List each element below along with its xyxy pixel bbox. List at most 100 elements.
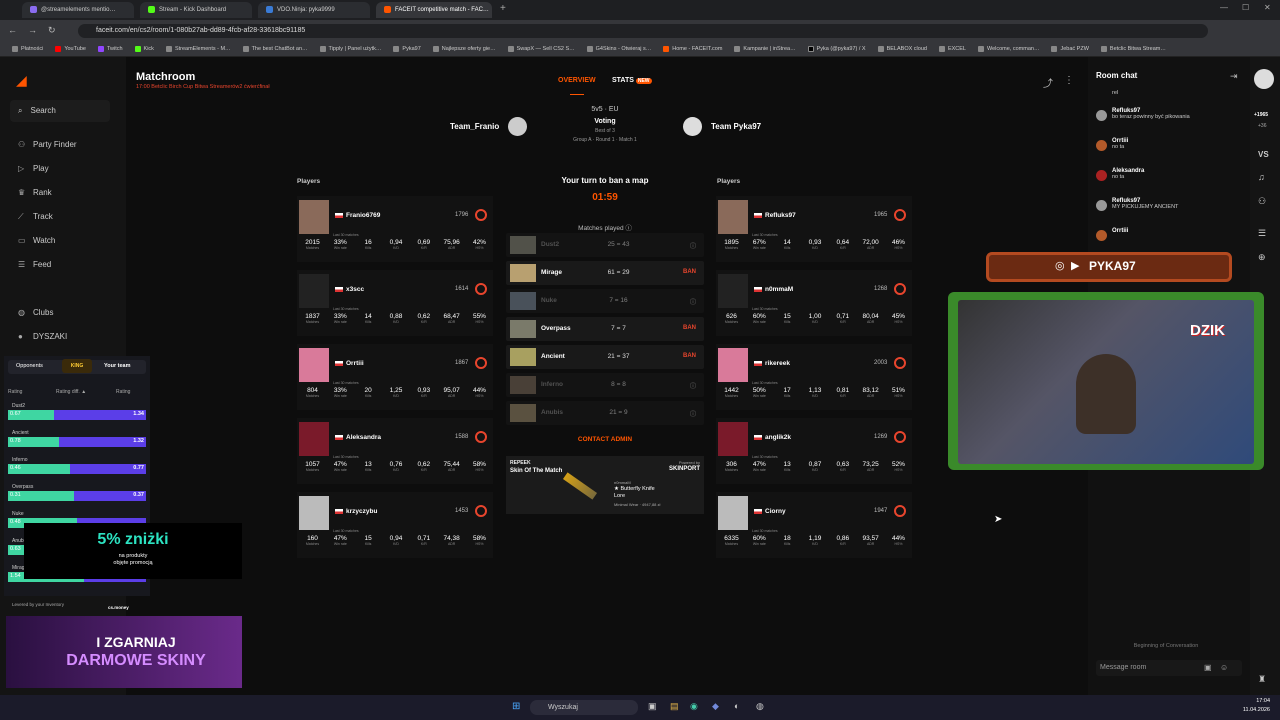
bookmark-item[interactable]: The best ChatBot an… <box>242 42 308 56</box>
url-field[interactable]: faceit.com/en/cs2/room/1-080b27ab-dd89-4… <box>78 24 1208 38</box>
obs-icon[interactable]: ◍ <box>756 701 764 712</box>
notification-bell-icon[interactable]: ♫ <box>1258 172 1265 182</box>
player-card[interactable]: Franio6769 1796 Last 30 matches 2015 Matches… <box>297 196 493 262</box>
team1-avatar[interactable] <box>508 117 527 136</box>
player-avatar[interactable] <box>299 274 329 308</box>
nav-club-dyszaki[interactable]: ● DYSZAKI <box>18 332 67 341</box>
map-row[interactable]: Dust2 25 = 43 ⓘ <box>506 233 704 257</box>
taskbar-search[interactable]: Wyszukaj <box>530 700 638 715</box>
nav-play[interactable]: ▷ Play <box>18 164 49 173</box>
player-card[interactable]: Refluks97 1965 Last 30 matches 1895 Matches 6… <box>716 196 912 262</box>
map-row[interactable]: Anubis 21 = 9 ⓘ <box>506 401 704 425</box>
map-row[interactable]: Ancient 21 = 37 BAN <box>506 345 704 369</box>
bookmark-item[interactable]: Pyka97 <box>393 42 421 56</box>
player-name[interactable]: Ciorny <box>754 508 786 515</box>
player-card[interactable]: Ciorny 1947 Last 30 matches 6335 Matches 60% W… <box>716 492 912 558</box>
bookmark-item[interactable]: Jebać PZW <box>1051 42 1089 56</box>
reload-icon[interactable]: ↻ <box>48 25 56 36</box>
tab-stats[interactable]: STATS NEW <box>612 77 652 84</box>
player-avatar[interactable] <box>299 496 329 530</box>
bookmark-item[interactable]: Najlepsze oferty gie… <box>432 42 496 56</box>
browser-tab[interactable]: Stream - Kick Dashboard <box>140 2 252 18</box>
col-diff[interactable]: Rating diff. ▲ <box>56 389 86 395</box>
player-name[interactable]: rikereek <box>754 360 790 367</box>
player-avatar[interactable] <box>718 274 748 308</box>
nav-watch[interactable]: ▭ Watch <box>18 236 55 245</box>
info-icon[interactable]: ⓘ <box>625 225 632 232</box>
bookmark-item[interactable]: StreamElements - M… <box>165 42 231 56</box>
player-name[interactable]: krzyczybu <box>335 508 377 515</box>
chrome-icon[interactable]: ◉ <box>690 701 698 712</box>
discord-icon[interactable]: ◆ <box>712 701 719 712</box>
forward-icon[interactable]: → <box>28 25 37 35</box>
bookmark-item[interactable]: YouTube <box>55 42 86 56</box>
player-name[interactable]: Aleksandra <box>335 434 381 441</box>
bookmark-item[interactable]: Tipply | Panel użytk… <box>319 42 381 56</box>
player-avatar[interactable] <box>718 496 748 530</box>
chat-rail-icon[interactable]: ☰ <box>1258 228 1266 239</box>
player-card[interactable]: n0mmaM 1268 Last 30 matches 626 Matches 60% Wi… <box>716 270 912 336</box>
nav-clubs[interactable]: ◍ Clubs <box>18 308 53 317</box>
task-view-icon[interactable]: ▣ <box>648 701 657 712</box>
browser-tab[interactable]: @streamelements mentio… <box>22 2 134 18</box>
collapse-chat-icon[interactable]: ⇥ <box>1230 71 1238 82</box>
player-name[interactable]: n0mmaM <box>754 286 793 293</box>
player-card[interactable]: krzyczybu 1453 Last 30 matches 160 Matches 47… <box>297 492 493 558</box>
player-card[interactable]: anglik2k 1269 Last 30 matches 306 Matches 47%… <box>716 418 912 484</box>
nav-feed[interactable]: ☰ Feed <box>18 260 51 269</box>
map-row[interactable]: Overpass 7 = 7 BAN <box>506 317 704 341</box>
tab-overview[interactable]: OVERVIEW <box>558 77 596 84</box>
player-avatar[interactable] <box>299 348 329 382</box>
player-name[interactable]: anglik2k <box>754 434 791 441</box>
player-card[interactable]: rikereek 2003 Last 30 matches 1442 Matches 50… <box>716 344 912 410</box>
opponents-tab[interactable]: Opponents <box>16 363 43 369</box>
player-name[interactable]: Orrtiii <box>335 360 364 367</box>
player-name[interactable]: Refluks97 <box>754 212 796 219</box>
emoji-icon[interactable]: ☺ <box>1220 663 1228 672</box>
bookmark-item[interactable]: Pyka (@pyka97) / X <box>807 42 866 56</box>
add-icon[interactable]: ⊕ <box>1258 252 1266 263</box>
player-avatar[interactable] <box>299 200 329 234</box>
bot-icon[interactable]: ♜ <box>1258 674 1266 685</box>
bookmark-item[interactable]: Kick <box>134 42 154 56</box>
nav-rank[interactable]: ♛ Rank <box>18 188 52 197</box>
map-row[interactable]: Inferno 8 = 8 ⓘ <box>506 373 704 397</box>
bookmark-item[interactable]: Twitch <box>97 42 123 56</box>
minimize-icon[interactable]: — <box>1220 3 1228 12</box>
map-row[interactable]: Nuke 7 = 16 ⓘ <box>506 289 704 313</box>
player-avatar[interactable] <box>718 422 748 456</box>
player-avatar[interactable] <box>299 422 329 456</box>
back-icon[interactable]: ← <box>8 25 17 35</box>
steam-icon[interactable]: ◐ <box>734 701 739 711</box>
bookmark-item[interactable]: Home - FACEIT.com <box>663 42 722 56</box>
profile-avatar[interactable] <box>1254 69 1274 89</box>
close-icon[interactable]: ✕ <box>1264 3 1271 12</box>
windows-start-icon[interactable]: ⊞ <box>512 701 520 712</box>
vs-indicator[interactable]: VS <box>1258 150 1269 159</box>
faceit-logo-icon[interactable]: ◢ <box>16 72 27 89</box>
player-avatar[interactable] <box>718 200 748 234</box>
gif-icon[interactable]: ▣ <box>1204 663 1212 672</box>
team2-avatar[interactable] <box>683 117 702 136</box>
chat-user[interactable]: Orrtiii <box>1112 228 1128 234</box>
friends-icon[interactable]: ⚇ <box>1258 196 1266 207</box>
explorer-icon[interactable]: ▤ <box>670 701 679 712</box>
share-icon[interactable]: ⤴ <box>1043 75 1053 90</box>
bookmark-item[interactable]: Kampanie | inStrea… <box>734 42 796 56</box>
new-tab-icon[interactable]: + <box>500 3 506 14</box>
nav-track[interactable]: ⟋ Track <box>18 212 53 222</box>
more-options-icon[interactable]: ⋮ <box>1064 75 1074 86</box>
bookmark-item[interactable]: BELABOX cloud <box>877 42 927 56</box>
search-input[interactable]: ⌕ Search <box>10 100 110 122</box>
player-name[interactable]: x3scc <box>335 286 364 293</box>
player-card[interactable]: x3scc 1614 Last 30 matches 1837 Matches 33% Wi… <box>297 270 493 336</box>
nav-party-finder[interactable]: ⚇ Party Finder <box>18 140 77 149</box>
bookmark-item[interactable]: EXCEL <box>938 42 966 56</box>
bookmark-item[interactable]: G4Skins - Otwieraj s… <box>586 42 651 56</box>
bookmark-item[interactable]: Betclic Bitwa Stream… <box>1100 42 1166 56</box>
browser-tab[interactable]: VDO.Ninja: pyka9999 <box>258 2 370 18</box>
contact-admin-button[interactable]: CONTACT ADMIN <box>506 436 704 443</box>
maximize-icon[interactable]: ☐ <box>1242 3 1249 12</box>
bookmark-item[interactable]: SwapX — Sell CS2 S… <box>507 42 575 56</box>
browser-tab-active[interactable]: FACEIT competitive match - FAC… <box>376 2 492 18</box>
